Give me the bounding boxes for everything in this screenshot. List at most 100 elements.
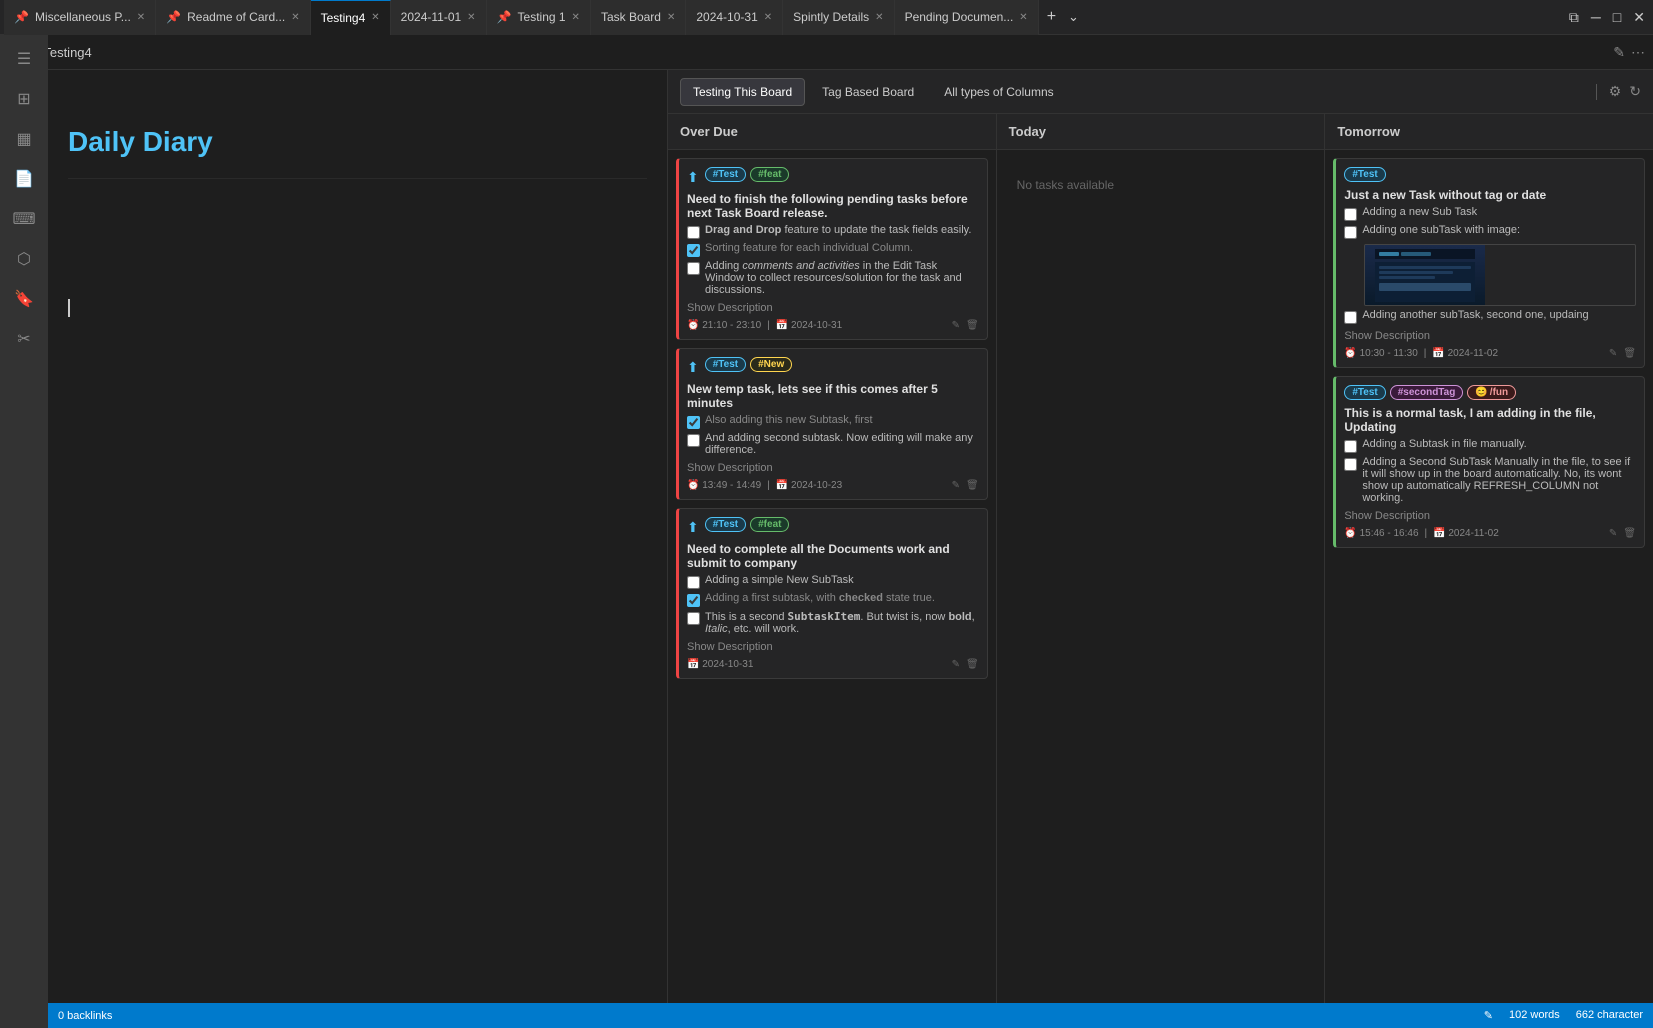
tab-testing4[interactable]: Testing4 ✕: [311, 0, 391, 35]
show-description-3[interactable]: Show Description: [687, 641, 979, 653]
backlinks-count[interactable]: 0 backlinks: [58, 1010, 112, 1022]
tab-spintly[interactable]: Spintly Details ✕: [783, 0, 894, 35]
delete-task-icon[interactable]: 🗑: [1623, 528, 1636, 539]
subtask-checkbox[interactable]: [1344, 208, 1357, 221]
status-bar-right: ✎ 102 words 662 character: [1484, 1009, 1643, 1022]
subtask-checkbox[interactable]: [687, 434, 700, 447]
delete-task-icon[interactable]: 🗑: [966, 480, 979, 491]
activity-search-icon[interactable]: ⊞: [8, 83, 40, 115]
subtask-checkbox[interactable]: [687, 612, 700, 625]
tab-2024-10-31[interactable]: 2024-10-31 ✕: [686, 0, 783, 35]
subtask-checkbox[interactable]: [687, 576, 700, 589]
subtask-checkbox[interactable]: [1344, 311, 1357, 324]
subtask-checkbox[interactable]: [687, 594, 700, 607]
show-description-2[interactable]: Show Description: [687, 462, 979, 474]
fun-emoji-icon: 😊: [1475, 387, 1487, 398]
activity-document-icon[interactable]: 📄: [8, 163, 40, 195]
tag-test-3[interactable]: #Test: [705, 517, 746, 532]
activity-graph-icon[interactable]: ⬡: [8, 243, 40, 275]
edit-task-icon[interactable]: ✎: [952, 659, 960, 670]
edit-task-icon[interactable]: ✎: [1609, 528, 1617, 539]
edit-icon[interactable]: ✎: [1613, 44, 1625, 61]
tab-label: Pending Documen...: [905, 10, 1014, 24]
maximize-icon[interactable]: □: [1609, 9, 1625, 25]
close-window-icon[interactable]: ✕: [1629, 9, 1649, 26]
subtask-item: Adding a Second SubTask Manually in the …: [1344, 456, 1636, 504]
activity-table-icon[interactable]: ▦: [8, 123, 40, 155]
subtask-item: Adding comments and activities in the Ed…: [687, 260, 979, 296]
task-card-2: ⬆ #Test #New New temp task, lets see if …: [676, 348, 988, 500]
subtask-checkbox[interactable]: [687, 262, 700, 275]
tab-tag-based-board[interactable]: Tag Based Board: [809, 78, 927, 106]
minimize-icon[interactable]: ─: [1587, 9, 1605, 25]
delete-task-icon[interactable]: 🗑: [1623, 348, 1636, 359]
tag-feat-1[interactable]: #feat: [750, 167, 789, 182]
tab-testing1[interactable]: 📌 Testing 1 ✕: [487, 0, 591, 35]
tab-close-icon[interactable]: ✕: [137, 12, 145, 23]
tag-test-t2[interactable]: #Test: [1344, 385, 1385, 400]
activity-scissors-icon[interactable]: ✂: [8, 323, 40, 355]
split-editor-icon[interactable]: ⧉: [1565, 9, 1583, 26]
tag-fun-t2[interactable]: 😊/fun: [1467, 385, 1516, 400]
subtask-checkbox[interactable]: [687, 416, 700, 429]
board-settings-icon[interactable]: ⚙: [1609, 83, 1622, 100]
activity-bookmark-icon[interactable]: 🔖: [8, 283, 40, 315]
task-date-t1: 📅 2024-11-02: [1432, 348, 1498, 359]
subtask-text: Adding a first subtask, with checked sta…: [705, 592, 935, 604]
tag-test-1[interactable]: #Test: [705, 167, 746, 182]
task-footer-1: ⏰ 21:10 - 23:10 | 📅 2024-10-31 ✎ 🗑: [687, 320, 979, 331]
subtask-list-t1: Adding a new Sub Task Adding one subTask…: [1344, 206, 1636, 324]
subtask-text: Adding another subTask, second one, upda…: [1362, 309, 1588, 321]
show-description-1[interactable]: Show Description: [687, 302, 979, 314]
tab-close-icon[interactable]: ✕: [291, 12, 299, 23]
edit-task-icon[interactable]: ✎: [952, 480, 960, 491]
subtask-checkbox[interactable]: [1344, 440, 1357, 453]
tab-close-icon[interactable]: ✕: [467, 12, 475, 23]
card-header-1: ⬆ #Test #feat: [687, 167, 979, 188]
tab-overflow-button[interactable]: ⌄: [1064, 9, 1083, 25]
tab-close-icon[interactable]: ✕: [667, 12, 675, 23]
activity-explorer-icon[interactable]: ☰: [8, 43, 40, 75]
tag-feat-3[interactable]: #feat: [750, 517, 789, 532]
tab-testing-this-board[interactable]: Testing This Board: [680, 78, 805, 106]
editor-title: Daily Diary: [68, 126, 647, 158]
tab-close-icon[interactable]: ✕: [371, 12, 379, 23]
subtask-checkbox[interactable]: [687, 226, 700, 239]
tab-task-board[interactable]: Task Board ✕: [591, 0, 686, 35]
new-tab-button[interactable]: +: [1039, 8, 1064, 26]
subtask-checkbox[interactable]: [1344, 226, 1357, 239]
tab-close-icon[interactable]: ✕: [875, 12, 883, 23]
tab-close-icon[interactable]: ✕: [1019, 12, 1027, 23]
tab-miscellaneous[interactable]: 📌 Miscellaneous P... ✕: [4, 0, 156, 35]
tag-secondtag-t2[interactable]: #secondTag: [1390, 385, 1464, 400]
tab-close-icon[interactable]: ✕: [572, 12, 580, 23]
priority-icon-3: ⬆: [687, 519, 699, 536]
tab-2024-11-01[interactable]: 2024-11-01 ✕: [391, 0, 487, 35]
subtask-item: Adding one subTask with image:: [1344, 224, 1636, 239]
board-refresh-icon[interactable]: ↻: [1629, 83, 1641, 100]
tag-test-2[interactable]: #Test: [705, 357, 746, 372]
tab-bar: 📌 Miscellaneous P... ✕ 📌 Readme of Card.…: [0, 0, 1653, 35]
subtask-checkbox[interactable]: [1344, 458, 1357, 471]
tab-pending[interactable]: Pending Documen... ✕: [895, 0, 1039, 35]
tag-new-2[interactable]: #New: [750, 357, 792, 372]
show-description-t2[interactable]: Show Description: [1344, 510, 1636, 522]
activity-terminal-icon[interactable]: ⌨: [8, 203, 40, 235]
card-tags-1: #Test #feat: [705, 167, 790, 182]
edit-task-icon[interactable]: ✎: [952, 320, 960, 331]
task-footer-actions-3: ✎ 🗑: [952, 659, 979, 670]
tag-test-t1[interactable]: #Test: [1344, 167, 1385, 182]
more-options-icon[interactable]: ⋯: [1631, 44, 1645, 61]
tab-readme[interactable]: 📌 Readme of Card... ✕: [156, 0, 310, 35]
tab-all-types-columns[interactable]: All types of Columns: [931, 78, 1066, 106]
subtask-text: And adding second subtask. Now editing w…: [705, 432, 979, 456]
tab-close-icon[interactable]: ✕: [764, 12, 772, 23]
delete-task-icon[interactable]: 🗑: [966, 320, 979, 331]
card-title-3: Need to complete all the Documents work …: [687, 542, 979, 570]
edit-task-icon[interactable]: ✎: [1609, 348, 1617, 359]
card-tags-t1: #Test: [1344, 167, 1636, 182]
show-description-t1[interactable]: Show Description: [1344, 330, 1636, 342]
column-body-overdue: ⬆ #Test #feat Need to finish the followi…: [668, 150, 996, 1003]
subtask-checkbox[interactable]: [687, 244, 700, 257]
delete-task-icon[interactable]: 🗑: [966, 659, 979, 670]
